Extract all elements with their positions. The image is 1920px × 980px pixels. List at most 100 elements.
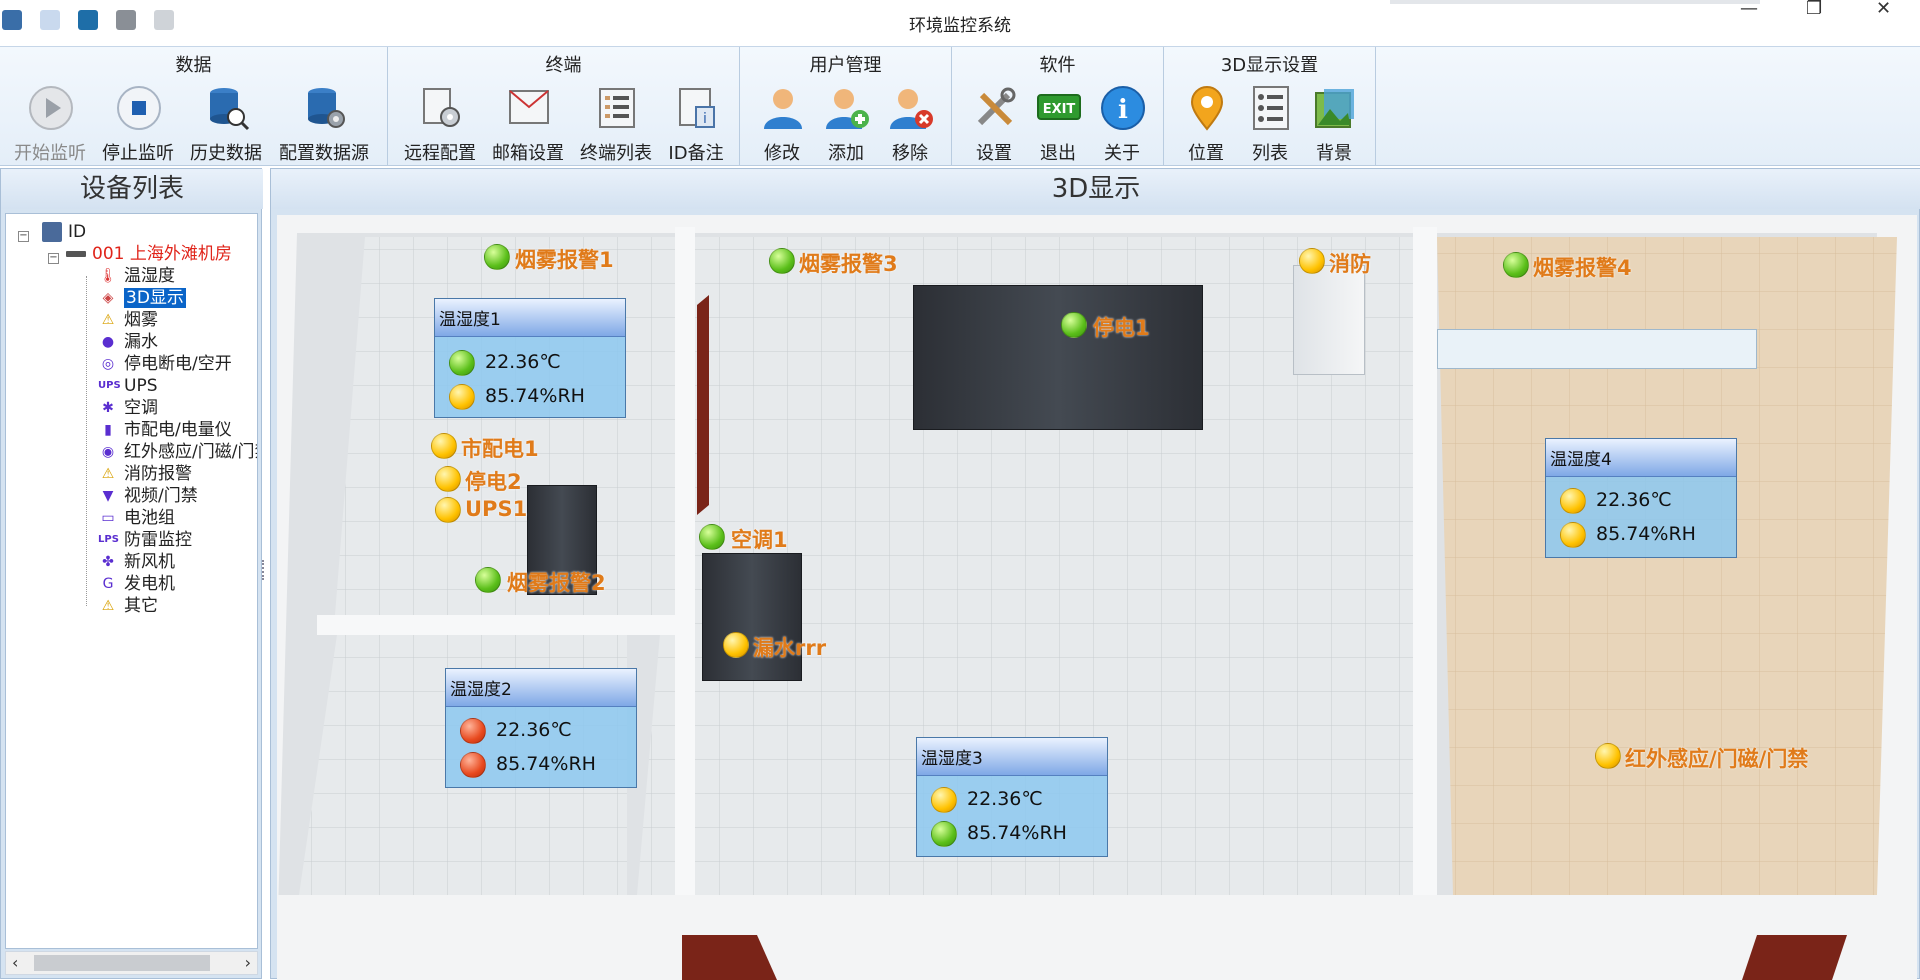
marker-label[interactable]: 烟雾报警2 (507, 567, 606, 597)
tree-item[interactable]: UPS UPS (98, 374, 158, 398)
scroll-right-icon[interactable]: › (245, 953, 251, 972)
3d-scene[interactable]: 烟雾报警1 烟雾报警3 消防 烟雾报警4 停电1 市配电1 停电2 UPS1 空… (277, 215, 1917, 980)
remove-user-button[interactable]: 移除 (870, 85, 950, 164)
tree-item[interactable]: ▭ 电池组 (98, 506, 175, 530)
tree-item[interactable]: ◉ 红外感应/门磁/门禁 (98, 440, 257, 464)
location-pin-icon (1190, 86, 1224, 131)
tree-item[interactable]: ▮ 市配电/电量仪 (98, 418, 232, 442)
user-edit-icon (764, 89, 802, 129)
tree-item[interactable]: ● 漏水 (98, 330, 158, 354)
marker-label[interactable]: 烟雾报警1 (515, 244, 614, 274)
marker-label[interactable]: 市配电1 (461, 433, 539, 463)
tree-root[interactable]: ID (42, 220, 86, 244)
status-dot[interactable] (1595, 743, 1621, 769)
tree-item[interactable]: ✱ 空调 (98, 396, 158, 420)
status-dot[interactable] (1061, 312, 1087, 338)
tree-item[interactable]: ✤ 新风机 (98, 550, 175, 574)
title-bar: 环境监控系统 — ❐ ✕ (0, 0, 1920, 44)
tree-item[interactable]: ⚠ 烟雾 (98, 308, 158, 332)
marker-label[interactable]: 停电2 (465, 466, 522, 496)
sensor-card[interactable]: 温湿度3 22.36℃ 85.74%RH (916, 737, 1108, 857)
exit-icon: EXIT (1037, 94, 1081, 120)
status-dot[interactable] (1503, 252, 1529, 278)
marker-label[interactable]: 烟雾报警4 (1533, 252, 1632, 282)
background-icon (1315, 89, 1354, 128)
panel-title: 3D显示 (271, 169, 1920, 209)
marker-label[interactable]: 漏水rrr (753, 632, 826, 662)
status-dot[interactable] (484, 244, 510, 270)
marker-label[interactable]: 停电1 (1093, 312, 1150, 342)
close-icon[interactable]: ✕ (1876, 0, 1891, 18)
tree-site-node[interactable]: 001 上海外滩机房 (66, 242, 232, 266)
tree-item[interactable]: LPS 防雷监控 (98, 528, 192, 552)
tools-icon (977, 87, 1016, 126)
sensor-card[interactable]: 温湿度2 22.36℃ 85.74%RH (445, 668, 637, 788)
status-dot[interactable] (769, 248, 795, 274)
meter-icon: ▮ (104, 422, 112, 438)
status-dot[interactable] (475, 567, 501, 593)
generator-icon: G (102, 576, 114, 592)
list-icon (1253, 86, 1289, 130)
config-datasource-button[interactable]: 配置数据源 (279, 85, 369, 164)
mail-settings-icon (509, 90, 549, 124)
marker-label[interactable]: UPS1 (465, 497, 527, 521)
stop-icon (117, 86, 161, 130)
svg-text:i: i (703, 111, 707, 127)
marker-label[interactable]: 红外感应/门磁/门禁 (1625, 743, 1808, 773)
marker-label[interactable]: 空调1 (731, 524, 788, 554)
status-dot[interactable] (1299, 248, 1325, 274)
restore-icon[interactable]: ❐ (1806, 0, 1822, 18)
device-tree[interactable]: − ID − 001 上海外滩机房 🌡 温湿度 ◈ 3D显示 ⚠ 烟雾 ● 漏水 ◎ 停电… (5, 213, 258, 949)
sensor-title: 温湿度4 (1546, 439, 1736, 477)
background-button[interactable]: 背景 (1294, 85, 1374, 164)
list-icon (599, 88, 635, 128)
history-data-button[interactable]: 历史数据 (186, 85, 266, 164)
tree-item[interactable]: ◎ 停电断电/空开 (98, 352, 232, 376)
sensor-card[interactable]: 温湿度1 22.36℃ 85.74%RH (434, 298, 626, 418)
status-dot[interactable] (699, 524, 725, 550)
scroll-left-icon[interactable]: ‹ (12, 953, 18, 972)
device-list-panel: 设备列表 − ID − 001 上海外滩机房 🌡 温湿度 ◈ 3D显示 ⚠ 烟雾 ● 漏… (0, 168, 263, 979)
status-dot[interactable] (435, 466, 461, 492)
marker-label[interactable]: 消防 (1329, 248, 1371, 278)
panel-title: 设备列表 (1, 169, 263, 209)
collapse-toggle[interactable]: − (48, 253, 59, 264)
ribbon-toolbar: 数据 开始监听 停止监听 历史数据 配置数据源 终端 远程配置 邮箱设置 终端列… (0, 46, 1920, 166)
start-listen-button[interactable]: 开始监听 (10, 85, 90, 164)
status-dot[interactable] (723, 632, 749, 658)
group-title: 3D显示设置 (1220, 55, 1319, 76)
id-note-button[interactable]: i ID备注 (656, 85, 736, 164)
sensor-card[interactable]: 温湿度4 22.36℃ 85.74%RH (1545, 438, 1737, 558)
ribbon-group-user: 用户管理 修改 添加 移除 (740, 47, 952, 165)
status-dot[interactable] (435, 497, 461, 523)
tree-item[interactable]: ⚠ 消防报警 (98, 462, 192, 486)
warning-icon: ⚠ (101, 598, 115, 614)
temperature-row: 22.36℃ (449, 347, 561, 377)
scroll-thumb[interactable] (34, 955, 210, 971)
play-icon (29, 86, 73, 130)
stop-listen-button[interactable]: 停止监听 (98, 85, 178, 164)
humidity-row: 85.74%RH (931, 818, 1067, 848)
tree-item[interactable]: ▼ 视频/门禁 (98, 484, 198, 508)
database-search-icon (210, 88, 250, 131)
tree-item[interactable]: G 发电机 (98, 572, 175, 596)
marker-label[interactable]: 烟雾报警3 (799, 248, 898, 278)
minimize-icon[interactable]: — (1740, 0, 1758, 18)
fan-icon: ✤ (102, 554, 114, 570)
remote-config-button[interactable]: 远程配置 (400, 85, 480, 164)
tree-item[interactable]: 🌡 温湿度 (98, 264, 175, 288)
tree-item[interactable]: ⚠ 其它 (98, 594, 158, 618)
tree-item-selected[interactable]: ◈ 3D显示 (98, 286, 186, 310)
collapse-toggle[interactable]: − (18, 231, 29, 242)
status-dot (449, 349, 475, 376)
mail-settings-button[interactable]: 邮箱设置 (488, 85, 568, 164)
terminal-list-button[interactable]: 终端列表 (576, 85, 656, 164)
id-note-icon: i (679, 88, 715, 128)
humidity-row: 85.74%RH (1560, 519, 1696, 549)
status-dot[interactable] (431, 433, 457, 459)
splitter-handle[interactable] (262, 560, 270, 580)
about-button[interactable]: i 关于 (1082, 85, 1162, 164)
horizontal-scrollbar[interactable]: ‹ › (5, 951, 258, 975)
user-remove-icon (890, 89, 933, 129)
fire-cabinet (1293, 265, 1365, 375)
